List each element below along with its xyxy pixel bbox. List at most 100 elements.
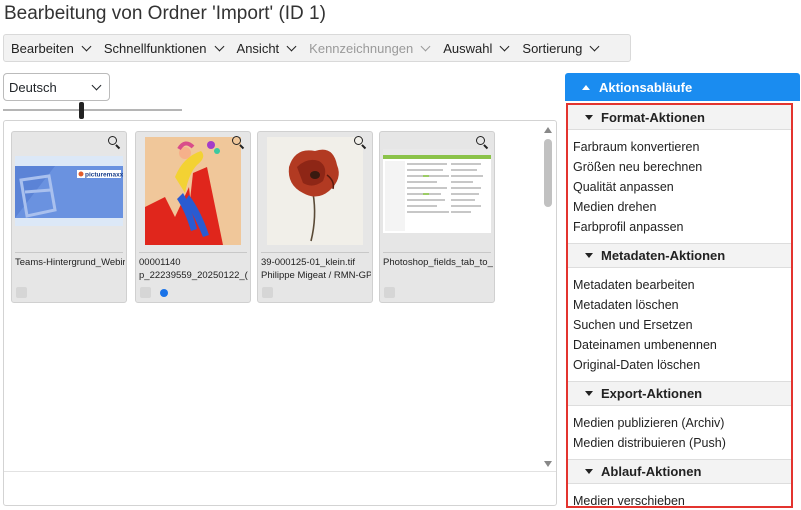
card-divider [139,252,247,253]
media-card[interactable]: 00001140 p_22239559_20250122_( [135,131,251,303]
scroll-up-arrow-icon[interactable] [544,127,552,133]
menu-item-ansicht[interactable]: Ansicht [236,40,297,56]
section-item-list: Medien verschieben [568,484,791,506]
action-item[interactable]: Original-Daten löschen [573,355,791,375]
expand-triangle-icon [585,253,593,258]
action-item[interactable]: Medien publizieren (Archiv) [573,413,791,433]
media-caption: 39-000125-01_klein.tif Philippe Migeat / … [261,256,371,282]
magnifier-handle [361,144,367,150]
grid-scrollbar[interactable] [540,121,556,473]
zoom-magnifier-icon[interactable] [353,135,367,150]
media-caption-line: 00001140 [139,257,181,268]
expand-triangle-icon [585,469,593,474]
menu-item-schnellfunktionen[interactable]: Schnellfunktionen [103,40,224,56]
magnifier-handle [483,144,489,150]
section-item-list: Medien publizieren (Archiv) Medien distri… [568,406,791,459]
menu-item-kennzeichnungen[interactable]: Kennzeichnungen [309,40,431,56]
menu-item-bearbeiten[interactable]: Bearbeiten [11,40,92,56]
section-item-list: Metadaten bearbeiten Metadaten löschen Suc… [568,268,791,381]
media-caption-line: p_22239559_20250122_( [139,270,248,281]
chevron-down-icon [286,41,297,51]
action-item[interactable]: Metadaten bearbeiten [573,275,791,295]
select-checkbox[interactable] [384,287,395,298]
menu-item-label: Schnellfunktionen [103,40,207,56]
media-caption-line: Photoshop_fields_tab_to_b [383,257,493,268]
language-select[interactable]: Deutsch [3,73,110,101]
menu-item-auswahl[interactable]: Auswahl [443,40,510,56]
menu-item-sortierung[interactable]: Sortierung [522,40,600,56]
thumbnail-size-slider-track[interactable] [3,109,182,111]
grid-footer [4,471,556,505]
actions-panel-title: Aktionsabläufe [599,79,693,95]
section-header[interactable]: Ablauf-Aktionen [568,459,791,484]
select-checkbox[interactable] [262,287,273,298]
action-item[interactable]: Suchen und Ersetzen [573,315,791,335]
media-card[interactable]: Photoshop_fields_tab_to_b [379,131,495,303]
expand-triangle-icon [585,114,593,120]
menu-item-label: Auswahl [443,40,493,56]
zoom-magnifier-icon[interactable] [475,135,489,150]
zoom-magnifier-icon[interactable] [231,135,245,150]
section-title: Metadaten-Aktionen [601,248,726,263]
select-checkbox[interactable] [140,287,151,298]
magnifier-handle [115,144,121,150]
action-item[interactable]: Medien distribuieren (Push) [573,433,791,453]
card-divider [15,252,123,253]
section-header[interactable]: Export-Aktionen [568,381,791,406]
media-grid: picturemaxx Teams-Hintergrund_Webir 0000… [3,120,557,506]
action-item[interactable]: Dateinamen umbenennen [573,335,791,355]
collapse-triangle-icon [582,84,590,90]
action-item[interactable]: Farbraum konvertieren [573,137,791,157]
menu-item-label: Kennzeichnungen [309,40,414,56]
illustration-image [136,132,250,250]
banner-logo-text: picturemaxx [85,172,123,179]
flower-image [258,132,372,250]
action-item[interactable]: Metadaten löschen [573,295,791,315]
screenshot-image [380,132,494,250]
media-caption-line: Philippe Migeat / RMN-GP [261,270,371,281]
thumbnail-size-slider-handle[interactable] [79,102,84,119]
chevron-down-icon [420,41,431,51]
expand-triangle-icon [585,391,593,396]
menu-bar: Bearbeiten Schnellfunktionen Ansicht Kennze… [3,34,631,62]
media-caption-line: Teams-Hintergrund_Webir [15,257,125,268]
actions-list: Format-Aktionen Farbraum konvertieren Größ… [566,103,793,508]
action-item[interactable]: Qualität anpassen [573,177,791,197]
menu-item-label: Ansicht [236,40,280,56]
section-item-list: Farbraum konvertieren Größen neu berechne… [568,130,791,243]
section-title: Export-Aktionen [601,386,703,401]
action-item[interactable]: Farbprofil anpassen [573,217,791,237]
chevron-down-icon [589,41,600,51]
card-divider [261,252,369,253]
action-item[interactable]: Medien drehen [573,197,791,217]
media-caption-line: 39-000125-01_klein.tif [261,257,356,268]
action-item[interactable]: Größen neu berechnen [573,157,791,177]
section-title: Ablauf-Aktionen [601,464,702,479]
menu-item-label: Sortierung [522,40,583,56]
media-card[interactable]: 39-000125-01_klein.tif Philippe Migeat / … [257,131,373,303]
scrollbar-thumb[interactable] [544,139,552,207]
chevron-down-icon [81,41,92,51]
media-card[interactable]: picturemaxx Teams-Hintergrund_Webir [11,131,127,303]
chevron-down-icon [499,41,510,51]
section-header[interactable]: Format-Aktionen [568,105,791,130]
chevron-down-icon [214,41,224,51]
action-item[interactable]: Medien verschieben [573,491,791,506]
chevron-down-icon [91,80,102,90]
card-divider [383,252,491,253]
section-title: Format-Aktionen [601,109,705,125]
media-caption: Photoshop_fields_tab_to_b [383,256,493,269]
selection-dot-icon [160,289,168,297]
media-caption: 00001140 p_22239559_20250122_( [139,256,249,282]
select-checkbox[interactable] [16,287,27,298]
banner-image: picturemaxx [12,132,126,250]
media-caption: Teams-Hintergrund_Webir [15,256,125,269]
actions-panel-header[interactable]: Aktionsabläufe [565,73,800,101]
menu-item-label: Bearbeiten [11,40,74,56]
section-header[interactable]: Metadaten-Aktionen [568,243,791,268]
page-title: Bearbeitung von Ordner 'Import' (ID 1) [4,3,326,24]
magnifier-handle [239,144,245,150]
scroll-down-arrow-icon[interactable] [544,461,552,467]
language-select-value: Deutsch [9,79,57,95]
zoom-magnifier-icon[interactable] [107,135,121,150]
